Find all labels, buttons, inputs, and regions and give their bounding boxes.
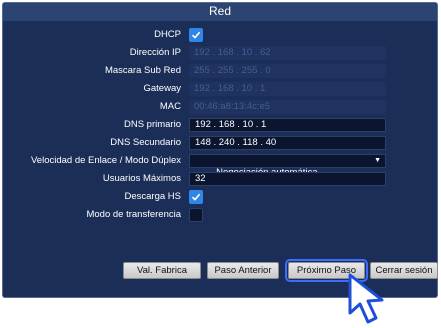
hs-download-row: Descarga HS (3, 189, 437, 205)
transfer-mode-row: Modo de transferencia (3, 207, 437, 223)
mac-row: MAC 00:46:a8:13:4c:e5 (3, 99, 437, 115)
gateway-row: Gateway 192 . 168 . 10 . 1 (3, 81, 437, 97)
previous-step-button[interactable]: Paso Anterior (207, 262, 279, 279)
mask-row: Mascara Sub Red 255 . 255 . 255 . 0 (3, 63, 437, 79)
mask-label: Mascara Sub Red (104, 65, 181, 76)
ip-row: Dirección IP 192 . 168 . 10 . 62 (3, 45, 437, 61)
hs-download-checkbox[interactable] (189, 190, 203, 204)
gateway-label: Gateway (143, 83, 182, 94)
ip-label: Dirección IP (129, 47, 181, 58)
caret-down-icon: ▼ (374, 157, 381, 164)
window-title: Red (3, 3, 437, 22)
dns2-row: DNS Secundario 148 . 240 . 118 . 40 (3, 135, 437, 151)
gateway-field: 192 . 168 . 10 . 1 (189, 82, 386, 96)
speed-row: Velocidad de Enlace / Modo Dúplex Negoci… (3, 153, 437, 178)
mac-label: MAC (159, 101, 181, 112)
network-settings-window: Red DHCP Dirección IP 192 . 168 . 10 . 6… (2, 2, 438, 298)
mac-field: 00:46:a8:13:4c:e5 (189, 100, 386, 114)
speed-label: Velocidad de Enlace / Modo Dúplex (31, 155, 181, 166)
check-icon (191, 31, 201, 39)
dns2-label: DNS Secundario (110, 137, 181, 148)
max-users-row: Usuarios Máximos 32 (3, 171, 437, 187)
dns2-input[interactable]: 148 . 240 . 118 . 40 (189, 136, 386, 150)
mouse-pointer-icon (348, 273, 384, 324)
dhcp-row: DHCP (3, 27, 437, 43)
dhcp-checkbox[interactable] (189, 28, 203, 42)
dhcp-label: DHCP (154, 29, 181, 40)
ip-field: 192 . 168 . 10 . 62 (189, 46, 386, 60)
dns1-input[interactable]: 192 . 168 . 10 . 1 (189, 118, 386, 132)
network-form: DHCP Dirección IP 192 . 168 . 10 . 62 Ma… (3, 21, 437, 297)
check-icon (191, 193, 201, 201)
dns1-label: DNS primario (123, 119, 181, 130)
dns1-row: DNS primario 192 . 168 . 10 . 1 (3, 117, 437, 133)
max-users-input[interactable]: 32 (189, 172, 386, 186)
transfer-mode-checkbox[interactable] (189, 208, 203, 222)
speed-select[interactable]: Negociación automática ▼ (189, 154, 386, 178)
transfer-mode-label: Modo de transferencia (86, 209, 181, 220)
max-users-label: Usuarios Máximos (102, 173, 181, 184)
factory-defaults-button[interactable]: Val. Fabrica (123, 262, 201, 279)
mask-field: 255 . 255 . 255 . 0 (189, 64, 386, 78)
hs-download-label: Descarga HS (124, 191, 182, 202)
